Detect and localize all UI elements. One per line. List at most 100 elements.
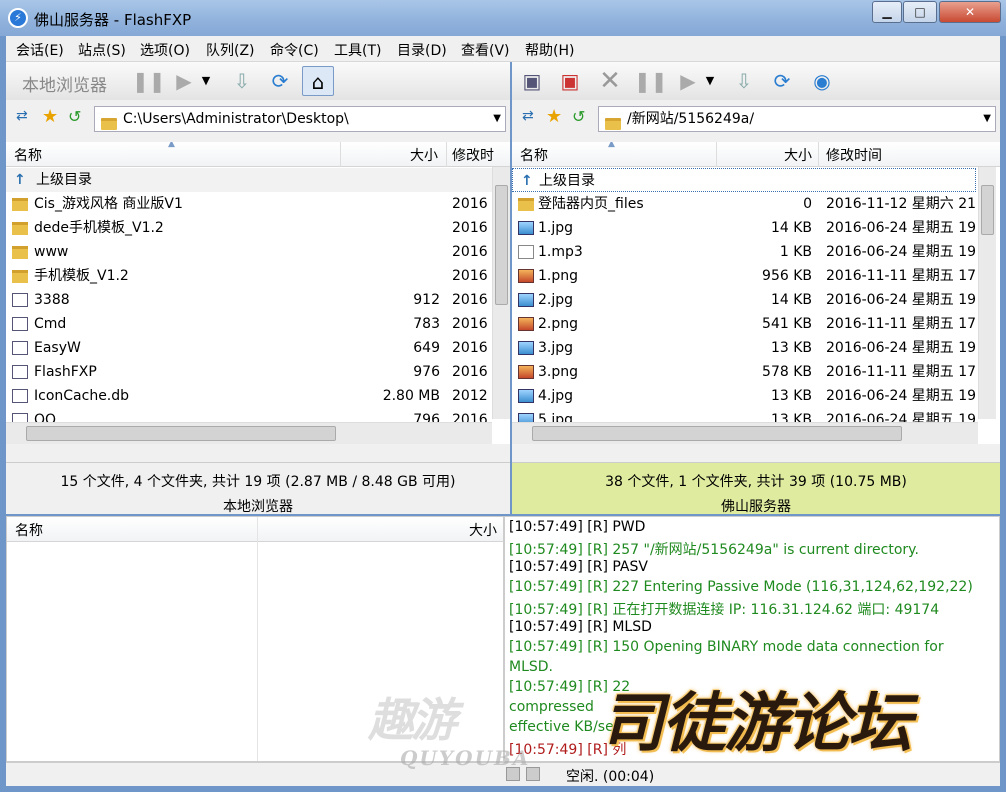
file-row[interactable]: 1.mp3 1 KB 2016-06-24 星期五 19 <box>512 240 978 264</box>
file-row[interactable]: 手机模板_V1.2 2016 <box>6 264 492 288</box>
file-size: 649 <box>413 340 440 356</box>
menu-directory[interactable]: 目录(D) <box>397 40 447 60</box>
folder-icon <box>12 192 32 216</box>
scroll-thumb[interactable] <box>532 426 902 441</box>
file-size: 956 KB <box>762 268 812 284</box>
file-row[interactable]: 1.jpg 14 KB 2016-06-24 星期五 19 <box>512 216 978 240</box>
play-icon[interactable]: ▶ <box>168 66 200 96</box>
refresh-icon[interactable]: ⟳ <box>766 66 798 96</box>
remote-path-input[interactable]: /新网站/5156249a/ ▼ <box>598 106 996 132</box>
menu-queue[interactable]: 队列(Z) <box>206 40 255 60</box>
file-row[interactable]: www 2016 <box>6 240 492 264</box>
local-pane: 本地浏览器 ❚❚ ▶ ▼ ⇩ ⟳ ⌂ ⇄ ★ ↺ C:\Users\Admini… <box>6 62 510 515</box>
file-row[interactable]: 2.jpg 14 KB 2016-06-24 星期五 19 <box>512 288 978 312</box>
log-line: [10:57:49] [R] 227 Entering Passive Mode… <box>509 579 973 595</box>
file-name: 3.jpg <box>538 340 574 356</box>
column-size[interactable]: 大小 <box>469 520 497 540</box>
scroll-thumb[interactable] <box>26 426 336 441</box>
remote-vscroll[interactable] <box>978 167 996 419</box>
file-row[interactable]: dede手机模板_V1.2 2016 <box>6 216 492 240</box>
file-name: 3388 <box>34 292 70 308</box>
star-icon[interactable]: ★ <box>546 106 562 127</box>
abort-icon[interactable]: ✕ <box>594 66 626 96</box>
folder-icon <box>12 216 32 240</box>
scroll-thumb[interactable] <box>495 185 508 305</box>
disconnect-icon[interactable]: ▣ <box>554 66 586 96</box>
file-row[interactable]: Cis_游戏风格 商业版V1 2016 <box>6 192 492 216</box>
file-size: 14 KB <box>770 220 812 236</box>
log-line: [10:57:49] [R] MLSD <box>509 619 652 635</box>
column-size[interactable]: 大小 <box>784 145 812 165</box>
column-name[interactable]: 名称 <box>520 145 548 165</box>
file-row[interactable]: 2.png 541 KB 2016-11-11 星期五 17 <box>512 312 978 336</box>
file-row[interactable]: EasyW 649 2016 <box>6 336 492 360</box>
column-divider[interactable] <box>340 142 341 167</box>
refresh-icon[interactable]: ⟳ <box>264 66 296 96</box>
column-divider[interactable] <box>257 517 258 761</box>
file-size: 2.80 MB <box>382 388 440 404</box>
local-hscroll[interactable] <box>6 422 492 444</box>
menu-options[interactable]: 选项(O) <box>140 40 190 60</box>
file-row[interactable]: 1.png 956 KB 2016-11-11 星期五 17 <box>512 264 978 288</box>
connect-icon[interactable]: ⇄ <box>16 108 28 124</box>
column-name[interactable]: 名称 <box>15 520 43 540</box>
local-vscroll[interactable] <box>492 167 510 419</box>
menu-help[interactable]: 帮助(H) <box>525 40 574 60</box>
transfer-icon[interactable]: ⇩ <box>226 66 258 96</box>
chevron-down-icon[interactable]: ▼ <box>198 66 214 96</box>
pause-icon[interactable]: ❚❚ <box>132 66 166 96</box>
connect-icon[interactable]: ⇄ <box>522 108 534 124</box>
chevron-down-icon[interactable]: ▼ <box>983 107 991 131</box>
remote-hscroll[interactable] <box>512 422 978 444</box>
column-modified[interactable]: 修改时 <box>452 145 494 165</box>
back-icon[interactable]: ↺ <box>572 107 585 126</box>
file-row[interactable]: FlashFXP 976 2016 <box>6 360 492 384</box>
menu-commands[interactable]: 命令(C) <box>270 40 319 60</box>
star-icon[interactable]: ★ <box>42 106 58 127</box>
column-modified[interactable]: 修改时间 <box>826 145 882 165</box>
file-name: 4.jpg <box>538 388 574 404</box>
back-icon[interactable]: ↺ <box>68 107 81 126</box>
home-icon[interactable]: ⌂ <box>302 66 334 96</box>
column-name[interactable]: 名称 <box>14 145 42 165</box>
scroll-thumb[interactable] <box>981 185 994 235</box>
file-modified: 2016-11-11 星期五 17 <box>826 268 977 284</box>
file-row[interactable]: 3.png 578 KB 2016-11-11 星期五 17 <box>512 360 978 384</box>
menu-sites[interactable]: 站点(S) <box>78 40 126 60</box>
chevron-down-icon[interactable]: ▼ <box>702 66 718 96</box>
file-row[interactable]: 4.jpg 13 KB 2016-06-24 星期五 19 <box>512 384 978 408</box>
local-path-text: C:\Users\Administrator\Desktop\ <box>123 111 349 127</box>
parent-dir-row[interactable]: ↑ 上级目录 <box>6 168 492 192</box>
menu-view[interactable]: 查看(V) <box>461 40 510 60</box>
parent-dir-row[interactable]: ↑ 上级目录 <box>512 168 976 192</box>
file-row[interactable]: IconCache.db 2.80 MB 2012 <box>6 384 492 408</box>
column-divider[interactable] <box>446 142 447 167</box>
log-line: MLSD. <box>509 659 553 675</box>
column-size[interactable]: 大小 <box>410 145 438 165</box>
file-name: 登陆器内页_files <box>538 196 644 212</box>
menu-tools[interactable]: 工具(T) <box>334 40 381 60</box>
transfer-icon[interactable]: ⇩ <box>728 66 760 96</box>
pause-icon[interactable]: ❚❚ <box>634 66 668 96</box>
flashfxp-logo-icon[interactable]: ⚡ <box>8 8 28 28</box>
play-icon[interactable]: ▶ <box>672 66 704 96</box>
minimize-button[interactable]: ▁ <box>872 1 902 23</box>
column-divider[interactable] <box>818 142 819 167</box>
log-pane[interactable]: [10:57:49] [R] PWD [10:57:49] [R] 257 "/新… <box>504 516 1000 762</box>
file-size: 13 KB <box>770 340 812 356</box>
file-size: 14 KB <box>770 292 812 308</box>
file-name: 1.mp3 <box>538 244 583 260</box>
file-row[interactable]: 3388 912 2016 <box>6 288 492 312</box>
close-button[interactable]: ✕ <box>939 1 1001 23</box>
log-line: [10:57:49] [R] 22 <box>509 679 631 695</box>
file-row[interactable]: 登陆器内页_files 0 2016-11-12 星期六 21 <box>512 192 978 216</box>
menu-session[interactable]: 会话(E) <box>16 40 64 60</box>
chevron-down-icon[interactable]: ▼ <box>493 107 501 131</box>
file-row[interactable]: Cmd 783 2016 <box>6 312 492 336</box>
file-row[interactable]: 3.jpg 13 KB 2016-06-24 星期五 19 <box>512 336 978 360</box>
local-path-input[interactable]: C:\Users\Administrator\Desktop\ ▼ <box>94 106 506 132</box>
column-divider[interactable] <box>716 142 717 167</box>
globe-icon[interactable]: ◉ <box>806 66 838 96</box>
connect-icon[interactable]: ▣ <box>516 66 548 96</box>
maximize-button[interactable]: □ <box>903 1 937 23</box>
